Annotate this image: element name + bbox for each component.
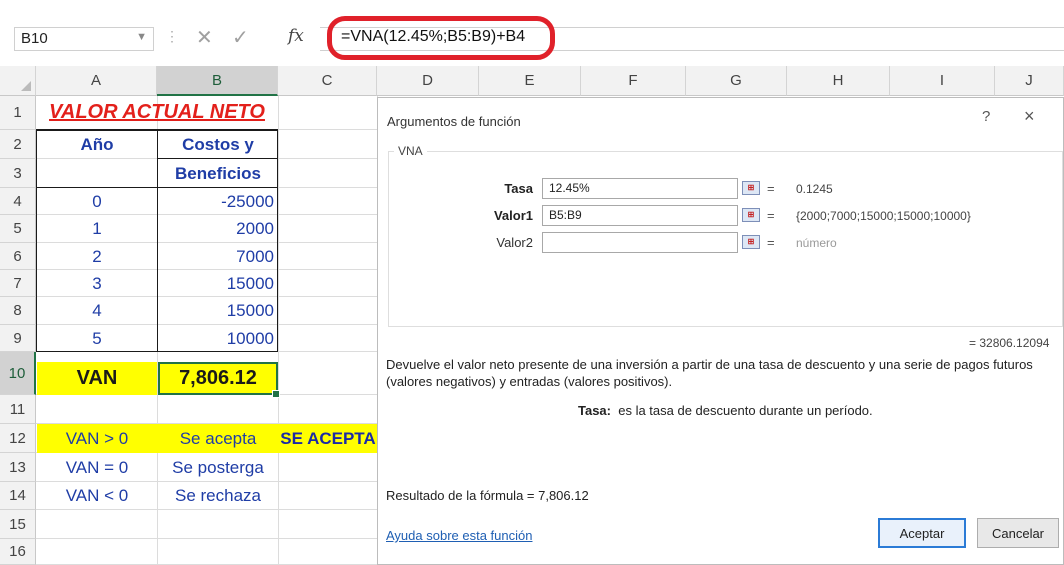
row-header-13[interactable]: 13: [0, 453, 36, 482]
formula-bar: B10 ▼ ⋮ ✕ ✓ fx =VNA(12.45%;B5:B9)+B4: [0, 0, 1064, 66]
close-icon[interactable]: ×: [1024, 106, 1035, 127]
grid-line: [278, 96, 279, 565]
header-costs-1[interactable]: Costos y: [158, 131, 278, 159]
range-select-icon[interactable]: ⊞: [742, 181, 760, 195]
arg-desc-label: Tasa:: [578, 403, 611, 418]
fill-handle[interactable]: [272, 390, 280, 398]
arg-result-tasa: 0.1245: [796, 182, 833, 196]
column-header-e[interactable]: E: [479, 66, 581, 96]
dialog-title: Argumentos de función: [387, 114, 521, 129]
row-header-5[interactable]: 5: [0, 215, 36, 243]
arg-result-valor1: {2000;7000;15000;15000;10000}: [796, 209, 971, 223]
range-select-icon[interactable]: ⊞: [742, 235, 760, 249]
column-header-h[interactable]: H: [787, 66, 890, 96]
row-header-7[interactable]: 7: [0, 270, 36, 297]
sheet-title[interactable]: VALOR ACTUAL NETO: [37, 97, 277, 128]
insert-function-icon[interactable]: fx: [288, 26, 304, 46]
arg-input-valor1[interactable]: B5:B9: [542, 205, 738, 226]
cell-year[interactable]: 3: [37, 270, 157, 297]
row-header-10[interactable]: 10: [0, 352, 36, 395]
arg-label-valor1: Valor1: [493, 208, 533, 223]
cell-year[interactable]: 1: [37, 215, 157, 243]
cell-value[interactable]: 10000: [158, 325, 278, 352]
rule-condition[interactable]: VAN > 0: [37, 424, 157, 453]
column-header-i[interactable]: I: [890, 66, 995, 96]
cancel-button[interactable]: Cancelar: [977, 518, 1059, 548]
argument-description: Tasa: es la tasa de descuento durante un…: [578, 403, 873, 418]
column-header-d[interactable]: D: [377, 66, 479, 96]
cell-year[interactable]: 0: [37, 188, 157, 215]
cell-year[interactable]: 2: [37, 243, 157, 270]
row-header-2[interactable]: 2: [0, 130, 36, 159]
cell-value[interactable]: 7000: [158, 243, 278, 270]
column-header-a[interactable]: A: [36, 66, 157, 96]
row-header-8[interactable]: 8: [0, 297, 36, 325]
van-value[interactable]: 7,806.12: [158, 362, 278, 395]
cell-year[interactable]: 4: [37, 297, 157, 325]
arg-desc-text: es la tasa de descuento durante un perío…: [618, 403, 873, 418]
column-header-c[interactable]: C: [278, 66, 377, 96]
arg-equals: =: [767, 208, 775, 223]
confirm-entry-icon[interactable]: ✓: [232, 25, 249, 50]
header-year[interactable]: Año: [37, 131, 157, 159]
column-header-g[interactable]: G: [686, 66, 787, 96]
row-header-11[interactable]: 11: [0, 395, 36, 424]
grid-line: [36, 538, 377, 539]
range-select-icon[interactable]: ⊞: [742, 208, 760, 222]
rule-result[interactable]: Se acepta: [158, 424, 278, 453]
row-header-16[interactable]: 16: [0, 539, 36, 565]
rule-result[interactable]: Se rechaza: [158, 482, 278, 510]
row-header-3[interactable]: 3: [0, 159, 36, 188]
arg-equals: =: [767, 181, 775, 196]
column-header-j[interactable]: J: [995, 66, 1064, 96]
cell-value[interactable]: 2000: [158, 215, 278, 243]
function-arguments-dialog: Argumentos de función ? × VNA Tasa 12.45…: [377, 97, 1064, 565]
function-name: VNA: [394, 144, 427, 158]
chevron-down-icon[interactable]: ▼: [136, 31, 147, 43]
help-icon[interactable]: ?: [982, 108, 990, 125]
formula-result: Resultado de la fórmula = 7,806.12: [386, 488, 589, 503]
rule-condition[interactable]: VAN < 0: [37, 482, 157, 510]
van-label[interactable]: VAN: [37, 362, 157, 395]
row-header-9[interactable]: 9: [0, 325, 36, 352]
name-box[interactable]: B10 ▼: [14, 27, 154, 51]
cell-value[interactable]: 15000: [158, 270, 278, 297]
cancel-entry-icon[interactable]: ✕: [196, 25, 213, 50]
rule-condition[interactable]: VAN = 0: [37, 453, 157, 482]
drag-handle-icon[interactable]: ⋮: [165, 28, 179, 45]
name-box-value: B10: [21, 30, 48, 47]
verdict-cell[interactable]: SE ACEPTA: [279, 424, 377, 453]
column-header-b[interactable]: B: [157, 66, 278, 96]
arg-input-tasa[interactable]: 12.45%: [542, 178, 738, 199]
row-header-14[interactable]: 14: [0, 482, 36, 510]
arg-label-tasa: Tasa: [504, 181, 533, 196]
column-header-f[interactable]: F: [581, 66, 686, 96]
arg-equals: =: [767, 235, 775, 250]
arg-result-valor2: número: [796, 236, 837, 250]
cell-value[interactable]: 15000: [158, 297, 278, 325]
formula-callout: [327, 16, 555, 60]
function-description: Devuelve el valor neto presente de una i…: [386, 357, 1033, 389]
header-costs-2[interactable]: Beneficios: [158, 160, 278, 188]
ok-button[interactable]: Aceptar: [878, 518, 966, 548]
row-header-12[interactable]: 12: [0, 424, 36, 453]
row-header-1[interactable]: 1: [0, 96, 36, 130]
arg-input-valor2[interactable]: [542, 232, 738, 253]
cell-value[interactable]: -25000: [158, 188, 278, 215]
row-header-6[interactable]: 6: [0, 243, 36, 270]
row-header-4[interactable]: 4: [0, 188, 36, 215]
function-total-result: = 32806.12094: [969, 336, 1050, 350]
row-header-15[interactable]: 15: [0, 510, 36, 539]
cell-year[interactable]: 5: [37, 325, 157, 352]
table-divider: [36, 129, 278, 130]
arg-label-valor2: Valor2: [496, 235, 533, 250]
help-link[interactable]: Ayuda sobre esta función: [386, 528, 532, 543]
rule-result[interactable]: Se posterga: [158, 453, 278, 482]
select-all-corner[interactable]: [0, 66, 36, 96]
